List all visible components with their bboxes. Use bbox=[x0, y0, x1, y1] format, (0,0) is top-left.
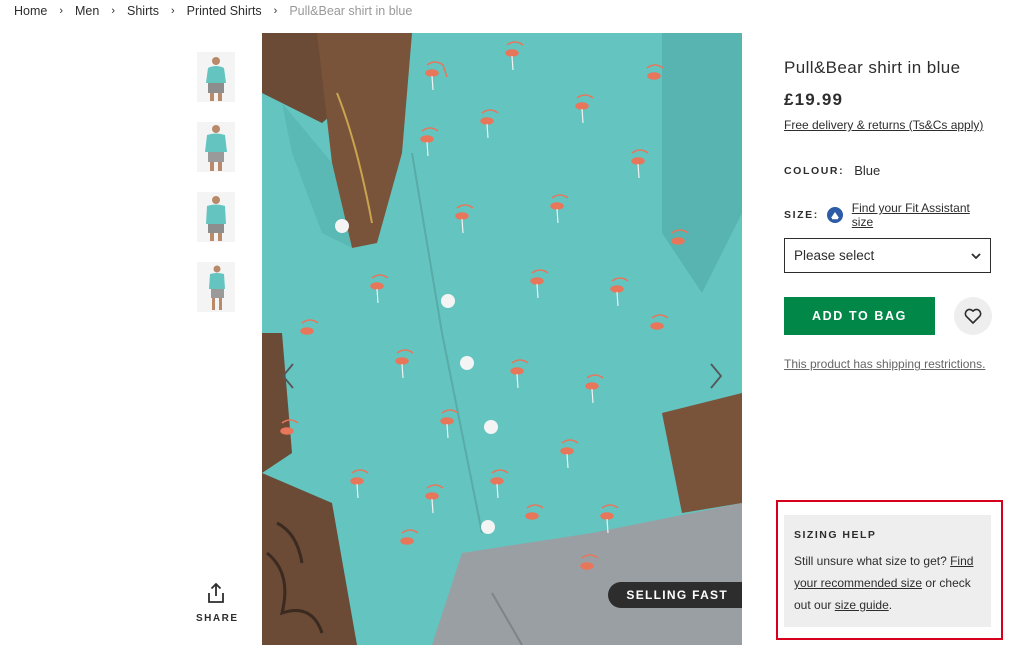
fit-assistant-icon bbox=[826, 207, 843, 223]
breadcrumb-current: Pull&Bear shirt in blue bbox=[289, 4, 413, 18]
thumbnail-3[interactable] bbox=[197, 192, 235, 242]
selling-fast-badge: SELLING FAST bbox=[608, 582, 742, 608]
colour-value: Blue bbox=[854, 163, 881, 178]
breadcrumb-separator: › bbox=[111, 5, 116, 17]
breadcrumb-home[interactable]: Home bbox=[14, 4, 47, 18]
chevron-left-icon bbox=[281, 363, 294, 389]
product-title: Pull&Bear shirt in blue bbox=[784, 58, 961, 77]
next-image-button[interactable] bbox=[702, 358, 730, 394]
sizing-help-text-3: . bbox=[888, 598, 893, 612]
share-label: SHARE bbox=[196, 613, 239, 624]
fit-assistant-link[interactable]: Find your Fit Assistant size bbox=[852, 201, 994, 229]
heart-icon bbox=[964, 308, 982, 324]
shipping-restrictions-link[interactable]: This product has shipping restrictions. bbox=[784, 357, 985, 371]
thumbnail-4[interactable] bbox=[197, 262, 235, 312]
delivery-returns-link[interactable]: Free delivery & returns (Ts&Cs apply) bbox=[784, 118, 983, 132]
chevron-right-icon bbox=[710, 363, 723, 389]
colour-row: COLOUR: Blue bbox=[784, 163, 994, 178]
product-price: £19.99 bbox=[784, 90, 844, 109]
sizing-help-box: SIZING HELP Still unsure what size to ge… bbox=[784, 515, 991, 627]
save-for-later-button[interactable] bbox=[954, 297, 992, 335]
breadcrumb-shirts[interactable]: Shirts bbox=[127, 4, 159, 18]
previous-image-button[interactable] bbox=[274, 358, 302, 394]
breadcrumb-printed-shirts[interactable]: Printed Shirts bbox=[187, 4, 262, 18]
thumbnail-1[interactable] bbox=[197, 52, 235, 102]
product-photo bbox=[262, 33, 742, 645]
size-label: SIZE: bbox=[784, 209, 819, 221]
thumbnail-2[interactable] bbox=[197, 122, 235, 172]
breadcrumb: Home › Men › Shirts › Printed Shirts › P… bbox=[14, 2, 412, 20]
share-icon bbox=[208, 583, 224, 603]
size-row: SIZE: Find your Fit Assistant size bbox=[784, 201, 994, 229]
share-button[interactable]: SHARE bbox=[196, 583, 239, 624]
sizing-help-text: Still unsure what size to get? Find your… bbox=[794, 550, 981, 616]
breadcrumb-separator: › bbox=[170, 5, 175, 17]
add-to-bag-button[interactable]: ADD TO BAG bbox=[784, 297, 935, 335]
size-select[interactable]: Please select bbox=[784, 238, 991, 273]
breadcrumb-separator: › bbox=[59, 5, 64, 17]
size-guide-link[interactable]: size guide bbox=[835, 598, 889, 612]
bag-row: ADD TO BAG bbox=[784, 297, 994, 335]
breadcrumb-separator: › bbox=[273, 5, 278, 17]
main-product-image[interactable]: SELLING FAST bbox=[262, 33, 742, 645]
breadcrumb-men[interactable]: Men bbox=[75, 4, 99, 18]
size-select-value: Please select bbox=[794, 248, 875, 263]
product-details: Pull&Bear shirt in blue £19.99 Free deli… bbox=[784, 56, 994, 373]
sizing-help-text-1: Still unsure what size to get? bbox=[794, 554, 951, 568]
colour-label: COLOUR: bbox=[784, 164, 845, 177]
sizing-help-heading: SIZING HELP bbox=[794, 529, 877, 541]
thumbnail-list bbox=[197, 52, 235, 332]
chevron-down-icon bbox=[971, 252, 981, 259]
